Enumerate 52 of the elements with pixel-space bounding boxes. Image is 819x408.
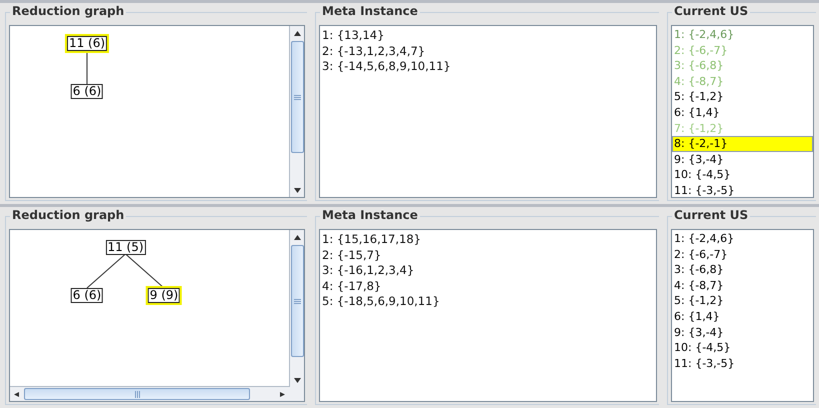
clause-line: 2: {-15,7} [322,248,382,263]
list-item[interactable]: 1: {-2,4,6} [672,231,813,247]
scroll-thumb[interactable] [290,41,304,153]
graph-node[interactable]: 6 (6) [70,288,104,303]
panel-title: Meta Instance [320,4,420,18]
scroll-down-icon[interactable] [294,378,300,382]
list-item[interactable]: 2: {-6,-7} [672,246,813,262]
clause-line: 2: {-13,1,2,3,4,7} [322,44,426,59]
list-box[interactable]: 1: {-2,4,6} 2: {-6,-7} 3: {-6,8} 4: {-8,7} 5: {-1,2} 6: {1,4} 9: {3,-4} 10: {-4,5} 11: {-3,-5} [671,229,814,402]
clause-line: 1: {13,14} [322,28,386,44]
list-item[interactable]: 5: {-1,2} [672,293,813,309]
list-item[interactable]: 3: {-6,8} [672,262,813,278]
list-item[interactable]: 11: {-3,-5} [672,182,813,197]
graph-node[interactable]: 6 (6) [70,84,104,99]
clause-line: 3: {-16,1,2,3,4} [322,263,416,278]
clause-line: 5: {-18,5,6,9,10,11} [322,294,441,310]
scroll-thumb[interactable] [290,245,304,357]
list-item[interactable]: 6: {1,4} [672,308,813,325]
list-item[interactable]: 9: {3,-4} [672,152,813,168]
list-item[interactable]: 8: {-2,-1} [672,136,813,152]
panel-title: Current US [672,4,750,18]
horizontal-scrollbar[interactable] [10,386,290,401]
list-item[interactable]: 5: {-1,2} [672,89,813,105]
scroll-thumb[interactable] [24,388,250,400]
graph-edge [86,254,126,288]
text-area[interactable]: 1: {13,14} 2: {-13,1,2,3,4,7} 3: {-14,5,6,8,9,10,11} [319,25,657,198]
graph-node[interactable]: 9 (9) [148,288,180,303]
panel-title: Meta Instance [320,208,420,222]
list-item[interactable]: 6: {1,4} [672,104,813,121]
clause-line: 3: {-14,5,6,8,9,10,11} [322,59,452,74]
list-item[interactable]: 9: {3,-4} [672,324,813,340]
list-item[interactable]: 4: {-8,7} [672,278,813,294]
graph-node[interactable]: 11 (5) [105,240,146,255]
list-box[interactable]: 1: {-2,4,6} 2: {-6,-7} 3: {-6,8} 4: {-8,7} 5: {-1,2} 6: {1,4} 7: {-1,2} 8: {-2,-1} 9: {3,-4} 10: {-4,5} 11: {-3,-5} [671,25,814,198]
clause-line: 1: {15,16,17,18} [322,232,422,248]
panel-title: Reduction graph [10,4,126,18]
scroll-right-icon[interactable] [280,392,286,396]
vertical-scrollbar[interactable] [289,26,304,197]
list-item[interactable]: 10: {-4,5} [672,167,813,183]
panel-title: Reduction graph [10,208,126,222]
graph-edge [125,254,164,288]
scroll-up-icon[interactable] [294,30,300,36]
panel-title: Current US [672,208,750,222]
scroll-down-icon[interactable] [294,188,300,192]
scroll-up-icon[interactable] [294,234,300,240]
vertical-scrollbar[interactable] [289,230,304,401]
list-item[interactable]: 11: {-3,-5} [672,356,813,372]
text-area[interactable]: 1: {15,16,17,18} 2: {-15,7} 3: {-16,1,2,3,4} 4: {-17,8} 5: {-18,5,6,9,10,11} [319,229,657,402]
clause-line: 4: {-17,8} [322,278,382,294]
scroll-left-icon[interactable] [14,392,20,396]
graph-node[interactable]: 11 (6) [66,36,108,51]
list-item[interactable]: 10: {-4,5} [672,340,813,356]
